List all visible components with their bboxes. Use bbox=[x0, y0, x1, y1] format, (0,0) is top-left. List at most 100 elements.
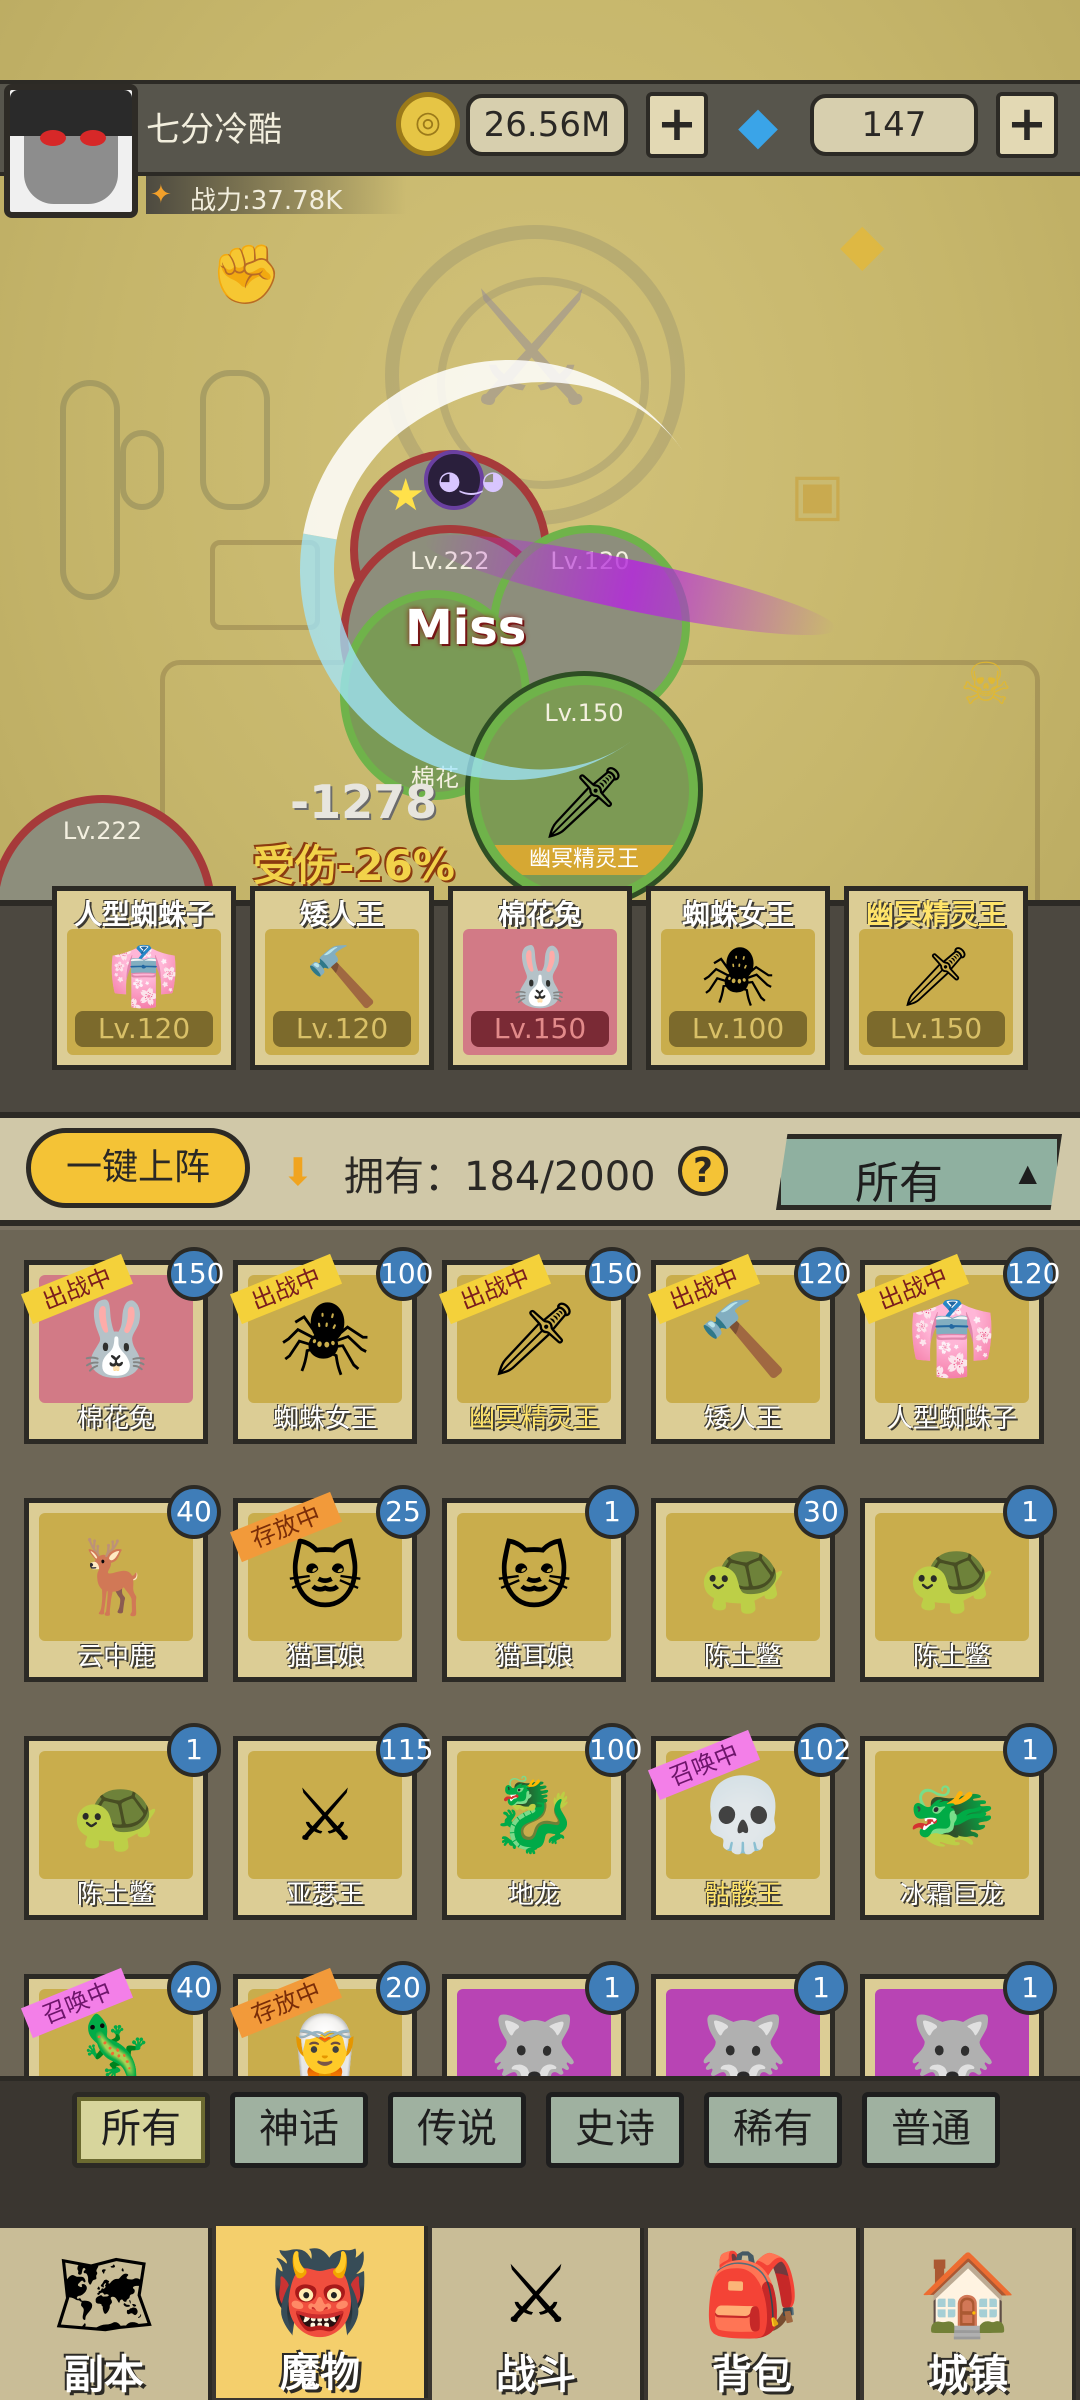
monster-card[interactable]: 🐉 地龙 100 bbox=[442, 1723, 642, 1920]
monster-count-badge: 120 bbox=[794, 1247, 851, 1301]
monster-count-badge: 150 bbox=[585, 1247, 642, 1301]
crossed-swords-icon: ⚔ bbox=[500, 2248, 572, 2341]
monster-figure-icon: 🔨 bbox=[698, 1296, 788, 1381]
monster-portrait: 🐢 bbox=[666, 1513, 820, 1641]
star-icon: ★ bbox=[386, 470, 426, 521]
monster-figure-icon: 🕷 bbox=[279, 1296, 371, 1381]
team-slot[interactable]: 👘 人型蜘蛛子 Lv.120 bbox=[52, 886, 236, 1070]
gold-coin-icon: ◎ bbox=[396, 92, 460, 156]
monster-count-badge: 100 bbox=[376, 1247, 433, 1301]
help-button[interactable]: ? bbox=[678, 1146, 728, 1196]
nav-label: 背包 bbox=[712, 2352, 792, 2398]
rarity-tab[interactable]: 所有 bbox=[72, 2092, 210, 2168]
cactus-decoration bbox=[200, 370, 270, 510]
monster-card[interactable]: 🐲 冰霜巨龙 1 bbox=[860, 1723, 1057, 1920]
monster-figure-icon: 🐢 bbox=[907, 1534, 997, 1619]
monster-card[interactable]: 🔨 矮人王 120 出战中 bbox=[647, 1247, 851, 1444]
monster-grid[interactable]: 🐰 棉花兔 150 出战中 🕷 蜘蛛女王 100 出战中 🗡 幽冥精灵王 150 出战中 🔨 矮人王 120… bbox=[0, 1230, 1080, 2078]
caret-up-icon: ▲ bbox=[1018, 1159, 1037, 1187]
monster-card[interactable]: 🐢 陈土鳖 30 bbox=[651, 1485, 848, 1682]
monster-card[interactable]: 🐺 1 bbox=[651, 1961, 848, 2078]
monster-count-badge: 100 bbox=[585, 1723, 642, 1777]
monster-count-badge: 30 bbox=[794, 1485, 848, 1539]
monster-name: 陈土鳖 bbox=[912, 1642, 991, 1672]
avatar-eye bbox=[40, 130, 66, 146]
sort-arrow-icon[interactable]: ⬇ bbox=[282, 1150, 314, 1194]
monster-portrait: 🦌 bbox=[39, 1513, 193, 1641]
team-slot[interactable]: 🐰 棉花兔 Lv.150 bbox=[448, 886, 632, 1070]
monster-name: 蜘蛛女王 bbox=[272, 1404, 377, 1434]
monster-count-badge: 1 bbox=[167, 1723, 221, 1777]
monster-card[interactable]: 🐱 猫耳娘 1 bbox=[442, 1485, 639, 1682]
slot-level: Lv.150 bbox=[867, 1011, 1005, 1047]
chest-icon[interactable]: ▣ bbox=[790, 460, 845, 528]
monster-portrait: 🐢 bbox=[875, 1513, 1029, 1641]
nav-tab[interactable]: 👹 魔物 bbox=[216, 2226, 428, 2398]
auto-deploy-button[interactable]: 一键上阵 bbox=[26, 1128, 250, 1208]
monster-name: 陈土鳖 bbox=[703, 1642, 782, 1672]
monster-figure-icon: 🐢 bbox=[698, 1534, 788, 1619]
hooded-figure-icon: 👘 bbox=[107, 942, 181, 1011]
monster-card[interactable]: 👘 人型蜘蛛子 120 出战中 bbox=[856, 1247, 1060, 1444]
rarity-tab[interactable]: 史诗 bbox=[546, 2092, 684, 2168]
ghost-elf-king-icon: 🗡 bbox=[899, 942, 973, 1011]
monster-figure-icon: 🗡 bbox=[488, 1296, 580, 1381]
monster-card[interactable]: 🐱 猫耳娘 25 存放中 bbox=[229, 1485, 430, 1682]
add-gem-button[interactable]: + bbox=[996, 92, 1058, 158]
monster-portrait: ⚔ bbox=[248, 1751, 402, 1879]
cat-mask-icon[interactable]: ◆ bbox=[840, 210, 885, 278]
fist-icon[interactable]: ✊ bbox=[210, 240, 282, 309]
monster-portrait: 🐉 bbox=[457, 1751, 611, 1879]
monster-card[interactable]: 🐰 棉花兔 150 出战中 bbox=[20, 1247, 224, 1444]
filter-dropdown[interactable]: 所有 ▲ bbox=[776, 1134, 1062, 1210]
skull-icon[interactable]: ☠ bbox=[960, 650, 1012, 718]
monster-name: 幽冥精灵王 bbox=[468, 1404, 599, 1434]
damage-number: -1278 bbox=[290, 775, 438, 829]
monster-card[interactable]: 🐺 1 bbox=[442, 1961, 639, 2078]
rarity-tab[interactable]: 普通 bbox=[862, 2092, 1000, 2168]
rarity-tab[interactable]: 神话 bbox=[230, 2092, 368, 2168]
monster-card[interactable]: ⚔ 亚瑟王 115 bbox=[233, 1723, 433, 1920]
monster-card[interactable]: 🦌 云中鹿 40 bbox=[24, 1485, 221, 1682]
monster-name: 地龙 bbox=[507, 1880, 560, 1910]
dwarf-king-icon: 🔨 bbox=[305, 942, 379, 1011]
monster-count-badge: 115 bbox=[376, 1723, 433, 1777]
slot-level: Lv.100 bbox=[669, 1011, 807, 1047]
team-slot[interactable]: 🕷 蜘蛛女王 Lv.100 bbox=[646, 886, 830, 1070]
gem-amount: 147 bbox=[810, 94, 978, 156]
monster-card[interactable]: 💀 骷髅王 102 召唤中 bbox=[647, 1723, 851, 1920]
monster-figure-icon: 🐱 bbox=[496, 1535, 572, 1619]
monster-card[interactable]: 🦎 40 召唤中 bbox=[20, 1961, 221, 2078]
add-gold-button[interactable]: + bbox=[646, 92, 708, 158]
monster-card[interactable]: 🕷 蜘蛛女王 100 出战中 bbox=[229, 1247, 433, 1444]
monster-figure-icon: 🦌 bbox=[71, 1534, 161, 1619]
nav-label: 城镇 bbox=[928, 2352, 1008, 2398]
nav-label: 战斗 bbox=[496, 2352, 576, 2398]
team-slot[interactable]: 🗡 幽冥精灵王 Lv.150 bbox=[844, 886, 1028, 1070]
avatar[interactable] bbox=[4, 84, 138, 218]
slot-name: 蜘蛛女王 bbox=[681, 898, 794, 931]
monster-card[interactable]: 🧝 20 存放中 bbox=[229, 1961, 430, 2078]
team-slot[interactable]: 🔨 矮人王 Lv.120 bbox=[250, 886, 434, 1070]
monster-card[interactable]: 🐺 1 bbox=[860, 1961, 1057, 2079]
monster-portrait: 🐺 bbox=[666, 1989, 820, 2078]
monster-portrait: 🐱 bbox=[457, 1513, 611, 1641]
nav-tab[interactable]: 🗺 副本 bbox=[0, 2228, 212, 2400]
monster-figure-icon: 🐢 bbox=[71, 1772, 161, 1857]
monster-card[interactable]: 🗡 幽冥精灵王 150 出战中 bbox=[438, 1247, 642, 1444]
diamond-icon: ◆ bbox=[738, 96, 778, 156]
monster-card[interactable]: 🐢 陈土鳖 1 bbox=[860, 1485, 1057, 1682]
monster-count-badge: 1 bbox=[585, 1485, 639, 1539]
nav-tab[interactable]: ⚔ 战斗 bbox=[432, 2228, 644, 2400]
monster-name: 冰霜巨龙 bbox=[899, 1880, 1004, 1910]
nav-tab[interactable]: 🏠 城镇 bbox=[864, 2228, 1076, 2400]
slot-level: Lv.150 bbox=[471, 1011, 609, 1047]
monster-card[interactable]: 🐢 陈土鳖 1 bbox=[24, 1723, 221, 1920]
nav-tab[interactable]: 🎒 背包 bbox=[648, 2228, 860, 2400]
rarity-tab[interactable]: 传说 bbox=[388, 2092, 526, 2168]
rarity-tab[interactable]: 稀有 bbox=[704, 2092, 842, 2168]
slot-name: 棉花兔 bbox=[497, 898, 582, 931]
monster-figure-icon: 🐺 bbox=[907, 2010, 997, 2079]
unit-name: 幽冥精灵王 bbox=[491, 845, 677, 875]
game-screen: ⚔ ✊ ☠ ▣ ◆ Lv.222 Lv.2 Lv.222 Lv.120 棉花 L… bbox=[0, 0, 1080, 2400]
